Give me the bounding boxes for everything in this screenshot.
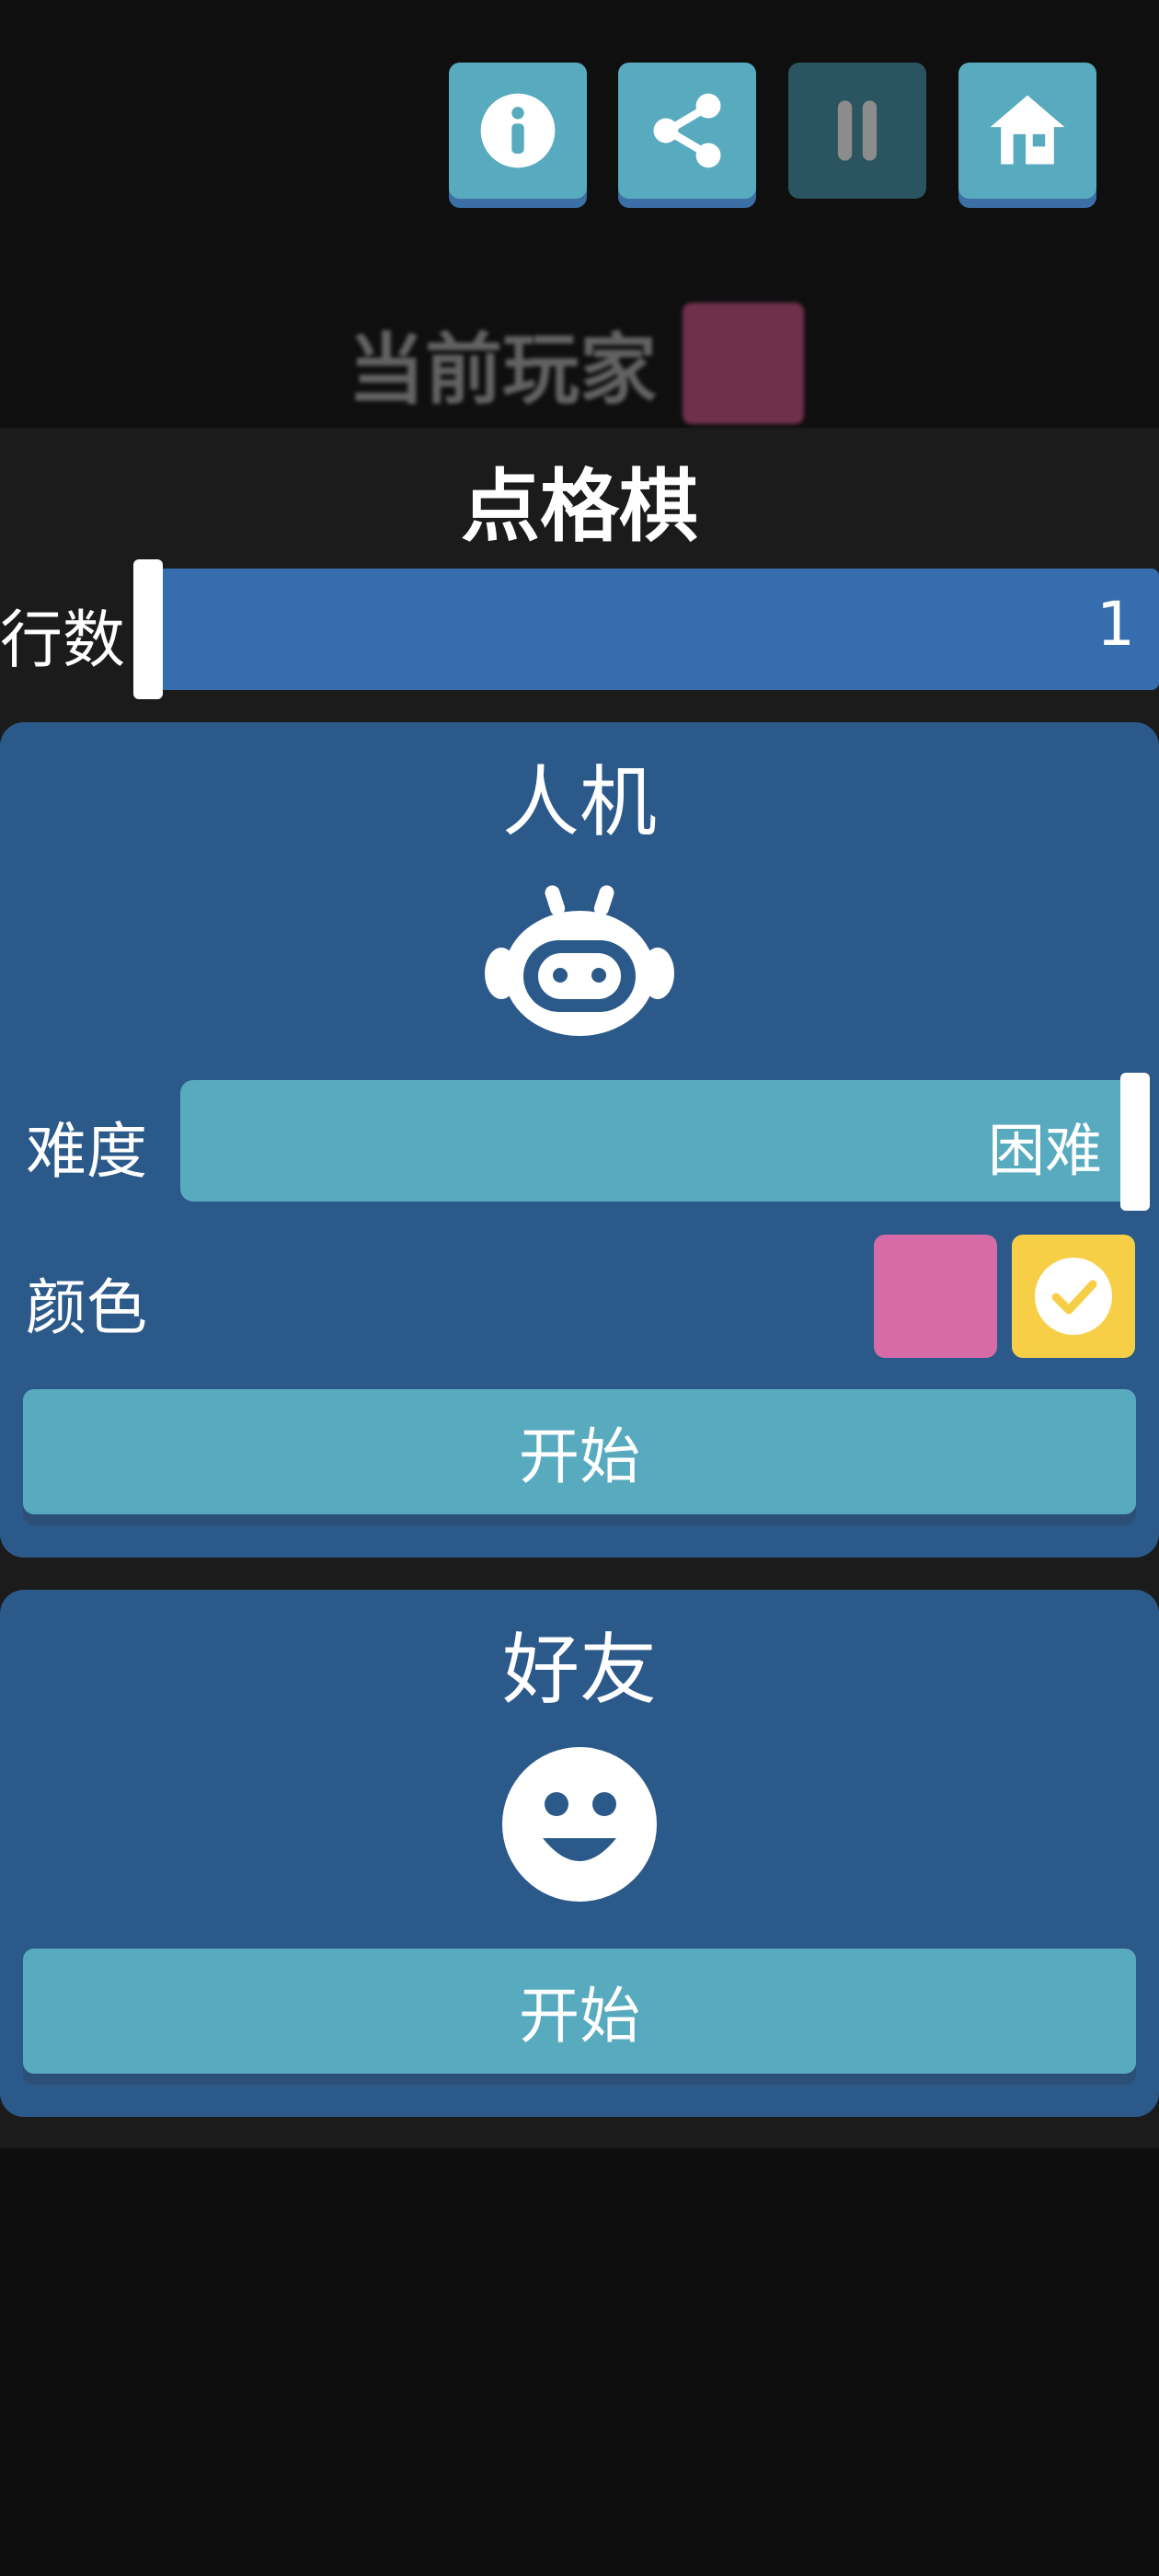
pause-button[interactable]	[788, 63, 926, 199]
home-button[interactable]	[958, 63, 1096, 199]
current-player-color-swatch	[683, 303, 805, 424]
share-button[interactable]	[618, 63, 756, 199]
ai-start-button[interactable]: 开始	[23, 1389, 1136, 1514]
friend-mode-title: 好友	[501, 1625, 657, 1715]
rows-slider[interactable]	[145, 569, 1159, 690]
info-icon	[480, 93, 556, 168]
difficulty-label: 难度	[26, 1116, 147, 1187]
robot-icon	[485, 885, 674, 1036]
difficulty-slider-handle[interactable]	[1120, 1073, 1150, 1211]
color-option-yellow[interactable]	[1012, 1235, 1135, 1358]
friend-start-button[interactable]: 开始	[23, 1949, 1136, 2074]
pause-icon	[837, 100, 878, 161]
home-icon	[990, 95, 1065, 165]
ai-mode-title: 人机	[501, 757, 657, 847]
rows-label: 行数	[0, 604, 126, 677]
game-title: 点格棋	[461, 461, 698, 553]
current-player-label: 当前玩家	[348, 324, 658, 415]
share-icon	[653, 93, 721, 168]
info-button[interactable]	[449, 63, 587, 199]
rows-value: 1	[1096, 589, 1135, 660]
current-player-indicator: 当前玩家	[348, 303, 805, 424]
top-bar: 当前玩家	[0, 0, 1159, 428]
checkmark-icon	[1035, 1258, 1112, 1335]
color-option-pink[interactable]	[874, 1235, 997, 1358]
rows-slider-handle[interactable]	[133, 559, 163, 699]
smiley-face-icon	[502, 1747, 657, 1902]
color-label: 颜色	[26, 1272, 147, 1343]
difficulty-value: 困难	[987, 1117, 1102, 1184]
